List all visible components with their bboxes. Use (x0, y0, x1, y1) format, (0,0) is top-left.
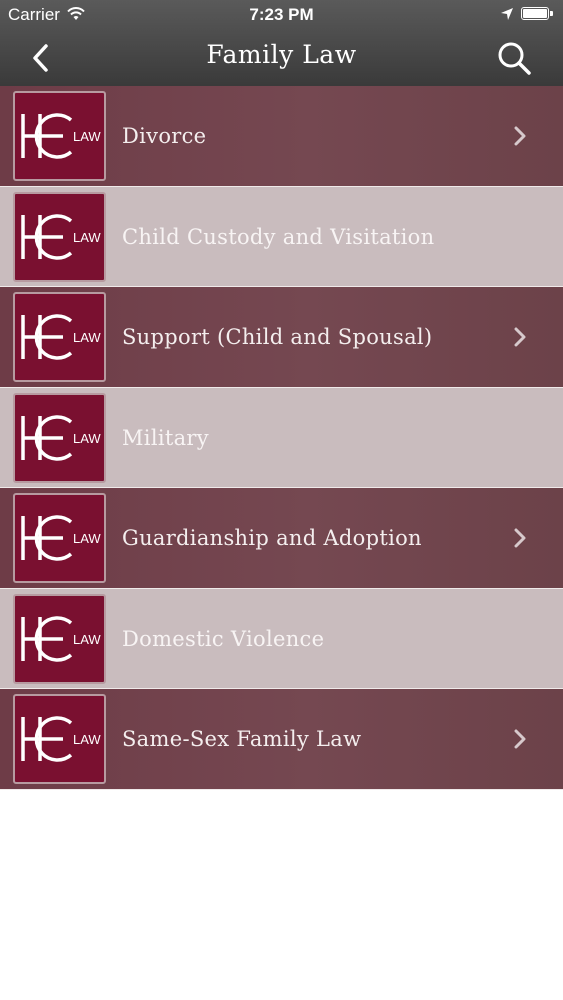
list-item-2[interactable]: LAW Support (Child and Spousal) (0, 287, 563, 388)
hc-law-logo: LAW (13, 91, 106, 181)
list-item-label: Divorce (122, 124, 207, 148)
hc-law-logo: LAW (13, 392, 106, 483)
hc-law-logo-mark: LAW (21, 414, 101, 461)
list-item-0[interactable]: LAW Divorce (0, 86, 563, 187)
hc-law-logo-mark: LAW (21, 716, 101, 762)
hc-law-logo-mark: LAW (21, 515, 101, 561)
list-item-1[interactable]: LAW Child Custody and Visitation (0, 186, 563, 287)
chevron-right-icon (514, 729, 526, 749)
battery-icon (521, 7, 549, 20)
hc-law-logo: LAW (13, 593, 106, 684)
svg-text:LAW: LAW (73, 431, 101, 446)
chevron-right-icon (514, 327, 526, 347)
status-bar: Carrier 7:23 PM (0, 0, 563, 30)
hc-law-logo-mark: LAW (21, 314, 101, 360)
page-title: Family Law (206, 40, 357, 69)
battery-tip (550, 11, 553, 16)
hc-law-logo: LAW (13, 493, 106, 583)
svg-text:LAW: LAW (73, 531, 101, 546)
hc-law-logo: LAW (13, 191, 106, 282)
list-item-label: Child Custody and Visitation (122, 224, 435, 249)
svg-text:LAW: LAW (73, 230, 101, 245)
hc-law-logo-mark: LAW (21, 213, 101, 260)
chevron-right-icon (514, 528, 526, 548)
hc-law-logo: LAW (13, 694, 106, 784)
list-item-4[interactable]: LAW Guardianship and Adoption (0, 488, 563, 589)
svg-text:LAW: LAW (73, 129, 101, 144)
top-bar: Carrier 7:23 PM Family Law (0, 0, 563, 86)
hc-law-logo-mark: LAW (21, 615, 101, 662)
nav-bar: Family Law (0, 30, 563, 86)
status-time: 7:23 PM (249, 5, 314, 24)
svg-text:LAW: LAW (73, 632, 101, 647)
list-item-label: Support (Child and Spousal) (122, 325, 433, 349)
svg-text:LAW: LAW (73, 330, 101, 345)
list-item-label: Guardianship and Adoption (122, 526, 422, 550)
list-item-label: Military (122, 425, 209, 450)
hc-law-logo-mark: LAW (21, 113, 101, 159)
chevron-right-icon (514, 126, 526, 146)
list-item-5[interactable]: LAW Domestic Violence (0, 588, 563, 689)
list-item-label: Domestic Violence (122, 626, 325, 651)
search-icon[interactable] (494, 38, 534, 78)
list-item-label: Same-Sex Family Law (122, 727, 362, 751)
svg-text:LAW: LAW (73, 732, 101, 747)
hc-law-logo: LAW (13, 292, 106, 382)
list-item-3[interactable]: LAW Military (0, 387, 563, 488)
category-list: LAW Divorce LAW Child Custody and Visita… (0, 86, 563, 790)
list-item-6[interactable]: LAW Same-Sex Family Law (0, 689, 563, 790)
location-icon (501, 8, 513, 20)
